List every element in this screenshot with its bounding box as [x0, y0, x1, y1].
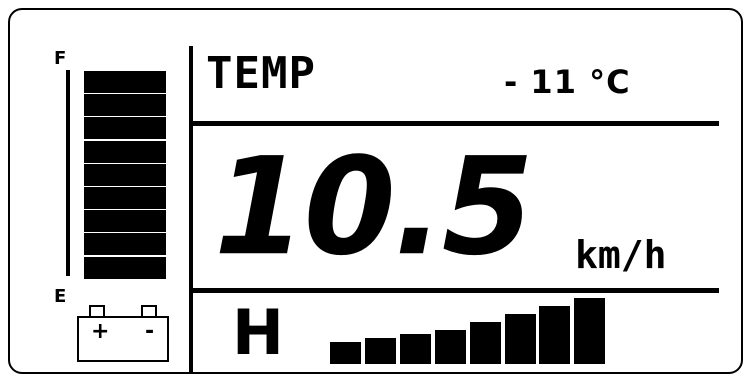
assist-mode-label: H: [232, 296, 284, 369]
assist-level-bar: [434, 330, 466, 364]
assist-level-bar: [504, 314, 536, 364]
gauge-segment: [84, 140, 166, 163]
assist-level-bar: [364, 338, 396, 364]
divider-bottom: [193, 288, 719, 293]
gauge-segment: [84, 256, 166, 279]
gauge-segment: [84, 117, 166, 140]
assist-level-bar: [330, 342, 361, 364]
gauge-segment: [84, 210, 166, 233]
assist-level-bar: [399, 334, 431, 364]
gauge-scale-line: [66, 70, 70, 276]
assist-level-bar: [539, 306, 571, 364]
battery-terminal-positive: [89, 305, 105, 316]
gauge-segment: [84, 94, 166, 117]
temperature-value: - 11 °C: [504, 63, 631, 101]
assist-level-bar: [469, 322, 501, 364]
gauge-segment: [84, 163, 166, 186]
battery-plus-sign: +: [91, 319, 110, 344]
gauge-segment: [84, 71, 166, 93]
assist-level-bar: [574, 298, 606, 364]
speed-unit: km/h: [575, 233, 667, 277]
vertical-divider: [189, 46, 193, 374]
divider-top: [193, 121, 719, 126]
temperature-label: TEMP: [206, 48, 316, 99]
gauge-segment: [84, 187, 166, 209]
gauge-empty-label: E: [54, 286, 67, 307]
battery-minus-sign: -: [145, 319, 155, 344]
gauge-segment: [84, 233, 166, 256]
speed-value: 10.5: [214, 128, 534, 286]
gauge-full-label: F: [54, 48, 67, 69]
battery-terminal-negative: [141, 305, 157, 316]
